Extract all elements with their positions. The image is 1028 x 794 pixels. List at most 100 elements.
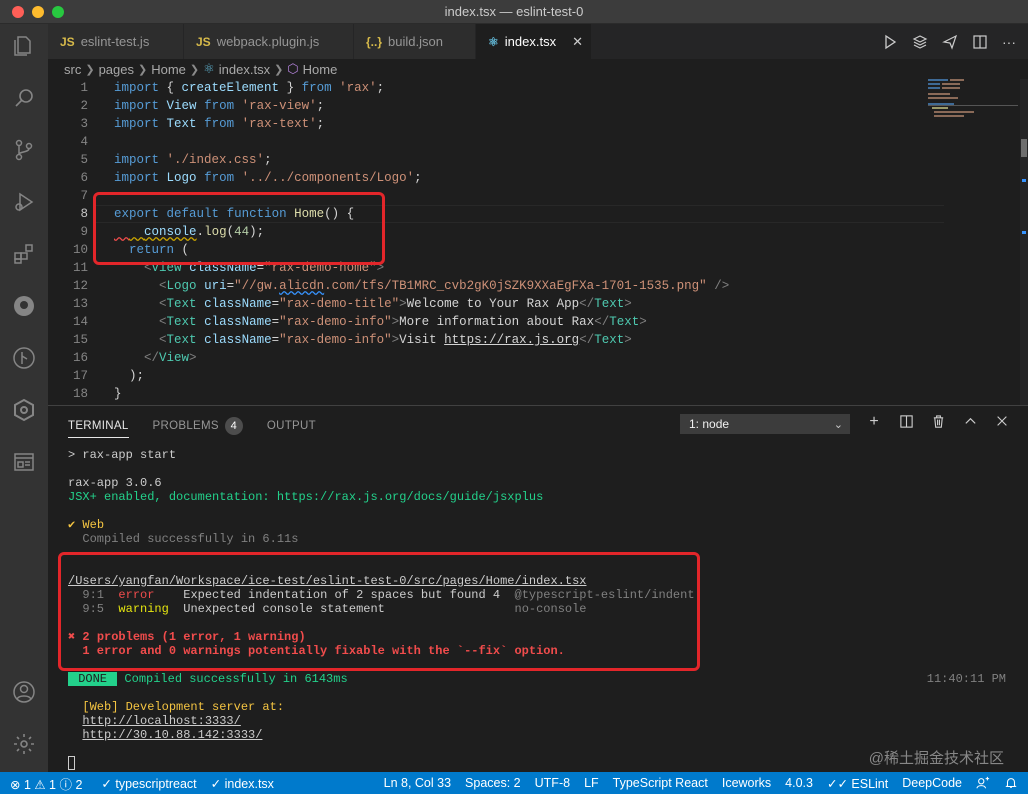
account-icon[interactable] — [12, 680, 36, 704]
tab-label: index.tsx — [504, 34, 557, 49]
terminal-link[interactable]: http://localhost:3333/ — [68, 714, 1008, 728]
file-check-status[interactable]: ✓ index.tsx — [204, 772, 281, 794]
terminal-line: JSX+ enabled, documentation: https://rax… — [68, 490, 544, 504]
indentation-status[interactable]: Spaces: 2 — [458, 772, 528, 794]
git-graph-icon[interactable] — [12, 346, 36, 370]
line-number: 16 — [72, 351, 88, 365]
source-control-icon[interactable] — [12, 138, 36, 162]
line-number: 9 — [80, 225, 88, 239]
send-icon[interactable] — [942, 34, 958, 50]
code-line: 4 — [48, 133, 896, 151]
react-file-icon: ⚛ — [203, 61, 215, 76]
iceworks-icon[interactable] — [12, 398, 36, 422]
line-number: 5 — [80, 153, 88, 167]
eol-status[interactable]: LF — [577, 772, 606, 794]
settings-gear-icon[interactable] — [12, 732, 36, 756]
terminal-line: Compiled successfully in 6.11s — [68, 532, 299, 546]
remote-icon[interactable] — [12, 294, 36, 318]
problems-status[interactable]: ⊗ 1 ⚠ 1 ⓘ 2 — [0, 772, 89, 794]
line-number: 10 — [72, 243, 88, 257]
tab-label: build.json — [388, 34, 443, 49]
close-window-button[interactable] — [12, 6, 24, 18]
bottom-panel: TERMINAL PROBLEMS 4 OUTPUT 1: node ⌄ + > … — [48, 405, 1028, 772]
close-tab-icon[interactable]: ✕ — [572, 34, 583, 50]
code-editor[interactable]: 1 import { createElement } from 'rax'; 2i… — [48, 79, 1028, 405]
notifications-bell-icon[interactable] — [997, 772, 1028, 794]
error-annotation-box — [58, 552, 700, 671]
more-actions-icon[interactable]: ··· — [1002, 34, 1018, 50]
chevron-up-icon[interactable] — [962, 414, 978, 430]
line-number: 15 — [72, 333, 88, 347]
code-line: 17 ); — [48, 367, 896, 385]
line-number: 4 — [80, 135, 88, 149]
editor-scrollbar[interactable] — [1020, 79, 1028, 405]
terminal-link[interactable]: http://30.10.88.142:3333/ — [68, 728, 1008, 742]
js-file-icon: JS — [60, 34, 75, 49]
zoom-window-button[interactable] — [52, 6, 64, 18]
tab-webpack-plugin-js[interactable]: JS webpack.plugin.js — [184, 24, 354, 59]
split-editor-icon[interactable] — [972, 34, 988, 50]
layers-icon[interactable] — [912, 34, 928, 50]
eslint-status[interactable]: ✓✓ ESLint — [820, 772, 895, 794]
editor-actions: ··· — [882, 24, 1018, 59]
tab-label: webpack.plugin.js — [216, 34, 320, 49]
breadcrumb-item[interactable]: Home — [303, 62, 338, 77]
version-status[interactable]: 4.0.3 — [778, 772, 820, 794]
terminal-line: > rax-app start — [68, 448, 177, 462]
tab-output[interactable]: OUTPUT — [267, 414, 316, 438]
extensions-icon[interactable] — [12, 242, 36, 266]
tab-problems[interactable]: PROBLEMS 4 — [153, 414, 243, 438]
terminal-timestamp: 11:40:11 PM — [926, 672, 1006, 686]
close-panel-icon[interactable] — [994, 414, 1010, 430]
terminal-line: DONE Compiled successfully in 6143ms — [68, 672, 1008, 686]
chevron-down-icon: ⌄ — [833, 419, 843, 431]
minimize-window-button[interactable] — [32, 6, 44, 18]
deepcode-status[interactable]: DeepCode — [895, 772, 969, 794]
chevron-right-icon: ❯ — [137, 63, 148, 76]
line-number: 7 — [80, 189, 88, 203]
react-file-icon: ⚛ — [488, 34, 499, 49]
window-controls — [12, 6, 64, 18]
run-debug-icon[interactable] — [12, 190, 36, 214]
activity-bar — [0, 24, 48, 772]
tab-terminal[interactable]: TERMINAL — [68, 414, 129, 438]
json-file-icon: {..} — [366, 34, 383, 49]
tab-label: eslint-test.js — [80, 34, 150, 49]
minimap[interactable] — [924, 79, 1020, 405]
title-bar: index.tsx — eslint-test-0 — [0, 0, 1028, 24]
new-terminal-icon[interactable]: + — [866, 414, 882, 430]
code-line: 6 import Logo from '../../components/Logo… — [48, 169, 896, 187]
line-number: 8 — [80, 207, 88, 221]
code-line: 13 <Text className="rax-demo-title">Welc… — [48, 295, 896, 313]
terminal-line: ✔ Web — [68, 518, 105, 532]
chevron-right-icon: ❯ — [274, 63, 284, 76]
breadcrumb-item[interactable]: pages — [99, 62, 134, 77]
done-badge: DONE — [68, 672, 118, 686]
tab-build-json[interactable]: {..} build.json — [354, 24, 476, 59]
line-number: 2 — [80, 99, 88, 113]
breadcrumb-item[interactable]: Home — [151, 62, 186, 77]
code-line: 16 </View> — [48, 349, 896, 367]
run-icon[interactable] — [882, 34, 898, 50]
cursor-position-status[interactable]: Ln 8, Col 33 — [377, 772, 458, 794]
preview-icon[interactable] — [12, 450, 36, 474]
panel-tabs: TERMINAL PROBLEMS 4 OUTPUT — [68, 414, 316, 438]
language-mode-status[interactable]: TypeScript React — [606, 772, 715, 794]
language-check-status[interactable]: ✓ typescriptreact — [89, 772, 203, 794]
watermark: @稀土掘金技术社区 — [868, 750, 1004, 767]
iceworks-status[interactable]: Iceworks — [715, 772, 778, 794]
feedback-icon[interactable] — [969, 772, 997, 794]
breadcrumb-item[interactable]: src — [64, 62, 81, 77]
tab-index-tsx[interactable]: ⚛ index.tsx ✕ — [476, 24, 592, 59]
terminal-select-dropdown[interactable]: 1: node ⌄ — [680, 414, 850, 434]
code-line: 18} — [48, 385, 896, 403]
breadcrumb: src ❯ pages ❯ Home ❯ ⚛ index.tsx ❯ ⬡ Hom… — [48, 59, 1028, 79]
trash-icon[interactable] — [930, 414, 946, 430]
js-file-icon: JS — [196, 34, 211, 49]
encoding-status[interactable]: UTF-8 — [528, 772, 577, 794]
files-icon[interactable] — [12, 34, 36, 58]
search-icon[interactable] — [12, 86, 36, 110]
split-terminal-icon[interactable] — [898, 414, 914, 430]
tab-eslint-test-js[interactable]: JS eslint-test.js — [48, 24, 184, 59]
breadcrumb-item[interactable]: index.tsx — [219, 62, 270, 77]
